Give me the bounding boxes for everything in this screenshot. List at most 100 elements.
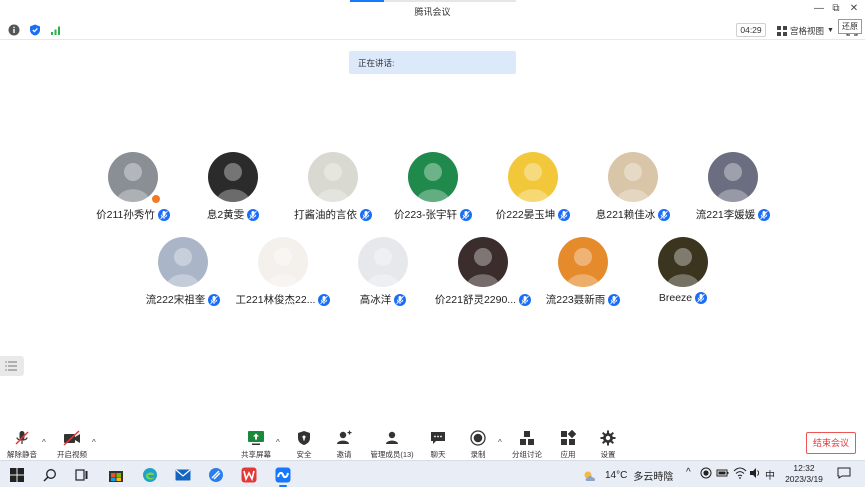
avatar: [658, 237, 708, 287]
manage-members-button[interactable]: 管理成员(13): [366, 430, 418, 460]
participant-tile[interactable]: 价222晏玉坤: [483, 152, 583, 222]
input-method-indicator[interactable]: 中: [765, 467, 775, 482]
participant-name-row: 息2黄雯: [183, 207, 283, 222]
participant-name-row: 价211孙秀竹: [83, 207, 183, 222]
mic-muted-icon: [519, 293, 532, 306]
participant-name: 流221李媛媛: [695, 209, 756, 221]
tray-overflow-caret[interactable]: ^: [686, 467, 691, 478]
grid-icon: [777, 25, 787, 36]
battery-icon[interactable]: [716, 467, 730, 482]
windows-taskbar: 14°C 多云時陰 ^ 中 12:32 2023/3/19: [0, 460, 865, 487]
chevron-down-icon: ▼: [827, 27, 834, 34]
signal-icon[interactable]: [50, 24, 62, 36]
minimize-button[interactable]: —: [811, 2, 827, 16]
chat-button[interactable]: 聊天: [416, 430, 460, 460]
mic-muted-icon: [394, 293, 407, 306]
meeting-window: 腾讯会议 — ⧉ ✕ 还原 04:29 宫格视图 ▼ 正在讲话: 价211孙秀竹…: [0, 0, 865, 487]
participant-name-row: 流222宋祖奎: [133, 292, 233, 307]
avatar: [158, 237, 208, 287]
avatar: [558, 237, 608, 287]
shield-icon[interactable]: [29, 24, 41, 36]
mail-icon[interactable]: [173, 465, 193, 484]
breakout-rooms-button[interactable]: 分组讨论: [505, 430, 549, 460]
restore-button[interactable]: ⧉: [828, 2, 844, 16]
mic-muted-icon: [15, 431, 29, 445]
participant-tile[interactable]: 高冰洋: [333, 237, 433, 307]
record-tray-icon[interactable]: [700, 467, 712, 482]
search-icon[interactable]: [40, 465, 60, 484]
security-label: 安全: [296, 450, 312, 459]
breakout-rooms-label: 分组讨论: [512, 450, 542, 459]
chat-icon: [431, 432, 445, 444]
participant-name-row: 价221舒灵2290...: [433, 292, 533, 307]
wifi-icon[interactable]: [733, 467, 747, 482]
store-icon[interactable]: [106, 465, 126, 484]
avatar: [408, 152, 458, 202]
restore-tooltip: 还原: [838, 19, 862, 34]
volume-icon[interactable]: [749, 467, 761, 482]
avatar: [208, 152, 258, 202]
apps-button[interactable]: 应用: [546, 430, 590, 460]
security-shield-icon: [298, 431, 310, 445]
avatar: [308, 152, 358, 202]
close-button[interactable]: ✕: [846, 2, 862, 16]
breakout-icon: [520, 431, 534, 445]
avatar: [458, 237, 508, 287]
info-icon[interactable]: [8, 24, 20, 36]
security-button[interactable]: 安全: [282, 430, 326, 460]
share-options-caret[interactable]: ^: [276, 438, 280, 447]
participant-tile[interactable]: 流223聂新雨: [533, 237, 633, 307]
sidebar-toggle[interactable]: [0, 356, 24, 376]
share-screen-button[interactable]: 共享屏幕: [234, 430, 278, 460]
edge-icon[interactable]: [140, 465, 160, 484]
grid-view-button[interactable]: 宫格视图 ▼: [777, 24, 834, 37]
task-view-icon[interactable]: [72, 465, 92, 484]
mic-muted-icon: [208, 293, 221, 306]
participant-tile[interactable]: 价221舒灵2290...: [433, 237, 533, 307]
title-bar: 腾讯会议 — ⧉ ✕: [0, 0, 865, 20]
participant-tile[interactable]: 息221赖佳冰: [583, 152, 683, 222]
settings-button[interactable]: 设置: [586, 430, 630, 460]
tencent-meeting-icon[interactable]: [273, 465, 293, 487]
participant-name: 高冰洋: [359, 294, 392, 306]
taskbar-clock[interactable]: 12:32 2023/3/19: [778, 463, 830, 485]
record-options-caret[interactable]: ^: [498, 438, 502, 447]
mic-muted-icon: [695, 292, 708, 304]
windows-start-icon[interactable]: [7, 465, 27, 484]
weather-widget[interactable]: 14°C 多云時陰: [583, 468, 673, 483]
participant-name-row: 价223-张宇轩: [383, 207, 483, 222]
video-options-caret[interactable]: ^: [92, 438, 96, 447]
participant-tile[interactable]: 价223-张宇轩: [383, 152, 483, 222]
end-meeting-button[interactable]: 结束会议: [806, 432, 856, 454]
unmute-button[interactable]: 解除静音: [0, 430, 44, 460]
meeting-toolbar: 解除静音 ^ 开启视频 ^ 共享屏幕 ^ 安全 邀请 管理成员(13) 聊天 录…: [0, 428, 865, 460]
participant-tile[interactable]: 息2黄雯: [183, 152, 283, 222]
wps-icon[interactable]: [239, 465, 259, 484]
participant-tile[interactable]: Breeze: [633, 237, 733, 307]
record-button[interactable]: 录制: [456, 430, 500, 460]
participant-name-row: Breeze: [633, 292, 733, 304]
view-label: 宫格视图: [790, 25, 825, 36]
notification-icon[interactable]: [837, 467, 851, 482]
browser-icon[interactable]: [206, 465, 226, 484]
participant-name: 打酱油的言依: [294, 209, 357, 221]
tab-indicator-track: [384, 0, 516, 2]
invite-button[interactable]: 邀请: [322, 430, 366, 460]
camera-off-icon: [63, 430, 80, 446]
start-video-button[interactable]: 开启视频: [50, 430, 94, 460]
list-icon: [5, 361, 17, 371]
participant-tile[interactable]: 流221李媛媛: [683, 152, 783, 222]
participant-name: 价211孙秀竹: [96, 209, 155, 221]
audio-options-caret[interactable]: ^: [42, 438, 46, 447]
participant-tile[interactable]: 价211孙秀竹: [83, 152, 183, 222]
share-screen-label: 共享屏幕: [241, 450, 271, 459]
participant-tile[interactable]: 打酱油的言依: [283, 152, 383, 222]
participant-tile[interactable]: 工221林俊杰22...: [233, 237, 333, 307]
tab-indicator: [350, 0, 384, 2]
mic-muted-icon: [157, 208, 170, 221]
record-icon: [470, 430, 486, 446]
participant-tile[interactable]: 流222宋祖奎: [133, 237, 233, 307]
avatar: [358, 237, 408, 287]
avatar: [608, 152, 658, 202]
participant-name: 流222宋祖奎: [145, 294, 206, 306]
